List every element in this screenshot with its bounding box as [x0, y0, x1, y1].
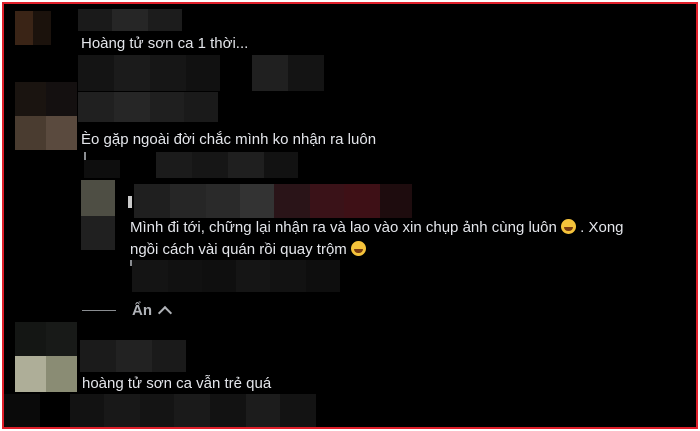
reply-text-segment: Mình đi tới, chững lại nhận ra và lao và…: [130, 219, 557, 236]
reply-text-line2: ngồi cách vài quán rồi quay trộm: [130, 239, 366, 261]
commenter-name-blurred[interactable]: [78, 92, 218, 122]
avatar[interactable]: [81, 180, 115, 250]
divider: [82, 310, 116, 311]
reply-text-line1: Mình đi tới, chững lại nhận ra và lao và…: [130, 217, 624, 239]
grinning-sweat-emoji-icon: [560, 219, 576, 234]
chevron-up-icon: [157, 305, 173, 320]
reply-text-segment: ngồi cách vài quán rồi quay trộm: [130, 241, 347, 258]
commenter-name-blurred[interactable]: [80, 340, 186, 372]
comment-actions-blurred: [130, 260, 370, 292]
avatar[interactable]: [15, 322, 77, 392]
comment-text: Èo gặp ngoài đời chắc mình ko nhận ra lu…: [81, 131, 377, 148]
avatar[interactable]: [15, 11, 51, 45]
hide-replies-toggle[interactable]: Ẩn: [82, 302, 173, 320]
grinning-sweat-emoji-icon: [350, 241, 366, 256]
comment-actions-blurred: [84, 152, 334, 178]
avatar[interactable]: [15, 82, 77, 150]
commenter-name-blurred[interactable]: [78, 9, 182, 31]
reply-text-segment: . Xong: [580, 219, 624, 236]
hide-replies-label: Ẩn: [132, 302, 152, 319]
comment-thread-screenshot: Hoàng tử sơn ca 1 thời... Èo gặp ngoài đ…: [2, 2, 698, 429]
comment-text: hoàng tử sơn ca vẫn trẻ quá: [82, 375, 272, 392]
comment-actions-blurred: [4, 394, 316, 427]
comment-text: Hoàng tử sơn ca 1 thời...: [81, 35, 249, 52]
commenter-name-blurred[interactable]: [128, 184, 412, 218]
comment-actions-blurred: [78, 55, 324, 91]
